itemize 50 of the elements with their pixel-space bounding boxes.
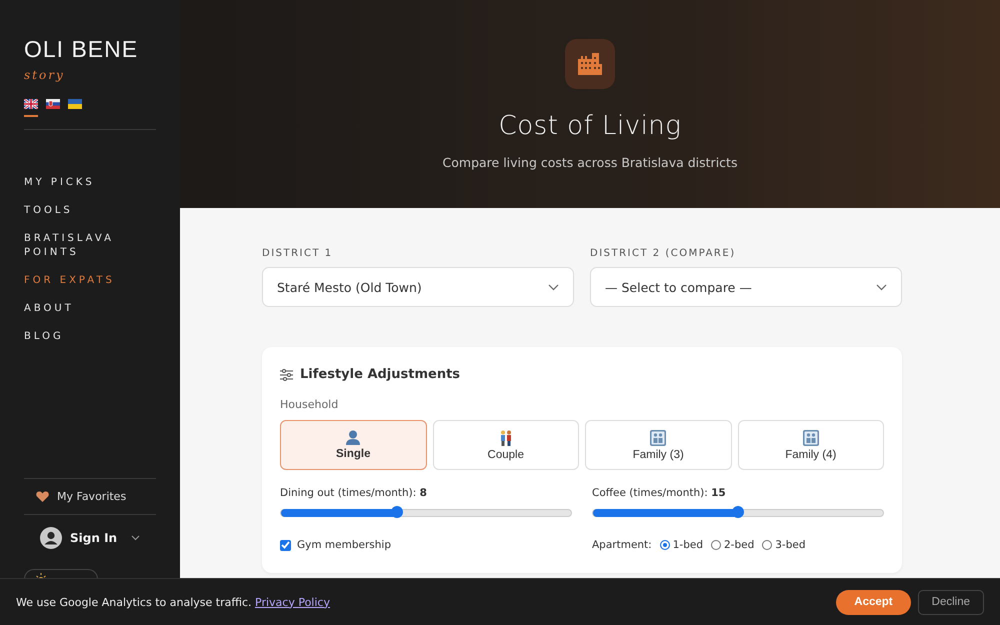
sign-in-menu[interactable]: Sign In (24, 515, 156, 561)
language-flag[interactable] (24, 99, 38, 117)
decline-button[interactable]: Decline (918, 590, 984, 614)
household-label: Household (280, 398, 338, 411)
card-title: Lifestyle Adjustments (300, 367, 460, 382)
family-icon (650, 430, 666, 446)
logo-subtitle: story (24, 68, 65, 82)
district-select[interactable]: Staré Mesto (Old Town) (262, 267, 574, 307)
checkbox[interactable] (280, 540, 291, 550)
field-label: DISTRICT 1 (262, 248, 334, 259)
household-option[interactable]: Couple (432, 420, 579, 470)
district-select[interactable]: — Select to compare — (590, 267, 902, 307)
nav-link[interactable]: TOOLS (24, 204, 73, 218)
chevron-down-icon (131, 535, 140, 541)
nav-link[interactable]: FOR EXPATS (24, 274, 115, 288)
logo-text: OLI BENE (24, 36, 138, 62)
building-icon (565, 39, 615, 89)
radio-label: 3-bed (775, 539, 806, 551)
radio-label: 2-bed (724, 539, 754, 551)
radio-label: 1-bed (672, 539, 703, 551)
chevron-down-icon (876, 284, 887, 290)
slider-label: Dining out (times/month): 8 (280, 487, 427, 499)
page-title: Cost of Living (498, 111, 682, 141)
slider[interactable] (592, 509, 884, 517)
favorites-link[interactable]: My Favorites (24, 479, 156, 514)
slider-label: Coffee (times/month): 15 (592, 487, 726, 499)
nav-link[interactable]: BRATISLAVA POINTS (24, 232, 156, 260)
field-label: DISTRICT 2 (COMPARE) (590, 248, 737, 259)
radio-button[interactable] (762, 540, 772, 550)
nav-link[interactable]: MY PICKS (24, 176, 95, 190)
chevron-down-icon (548, 284, 559, 290)
person-icon (346, 430, 360, 445)
privacy-policy-link[interactable]: Privacy Policy (255, 596, 330, 608)
household-option[interactable]: Family (4) (738, 420, 884, 470)
avatar-icon (40, 527, 62, 549)
radio-button[interactable] (660, 540, 670, 550)
sliders-icon (280, 368, 293, 380)
nav-link[interactable]: BLOG (24, 330, 64, 344)
cookie-message: We use Google Analytics to analyse traffic. Privacy Policy (16, 596, 330, 608)
family-icon (802, 430, 819, 446)
couple-icon (498, 430, 513, 446)
household-option[interactable]: Single (280, 420, 426, 470)
page-subtitle: Compare living costs across Bratislava districts (442, 155, 738, 170)
slider[interactable] (280, 509, 572, 517)
heart-icon (36, 491, 49, 502)
household-option[interactable]: Family (3) (585, 420, 732, 470)
nav-link[interactable]: ABOUT (24, 302, 74, 316)
apartment-label: Apartment: (592, 539, 652, 551)
radio-button[interactable] (710, 540, 721, 550)
checkbox-label: Gym membership (297, 539, 391, 551)
